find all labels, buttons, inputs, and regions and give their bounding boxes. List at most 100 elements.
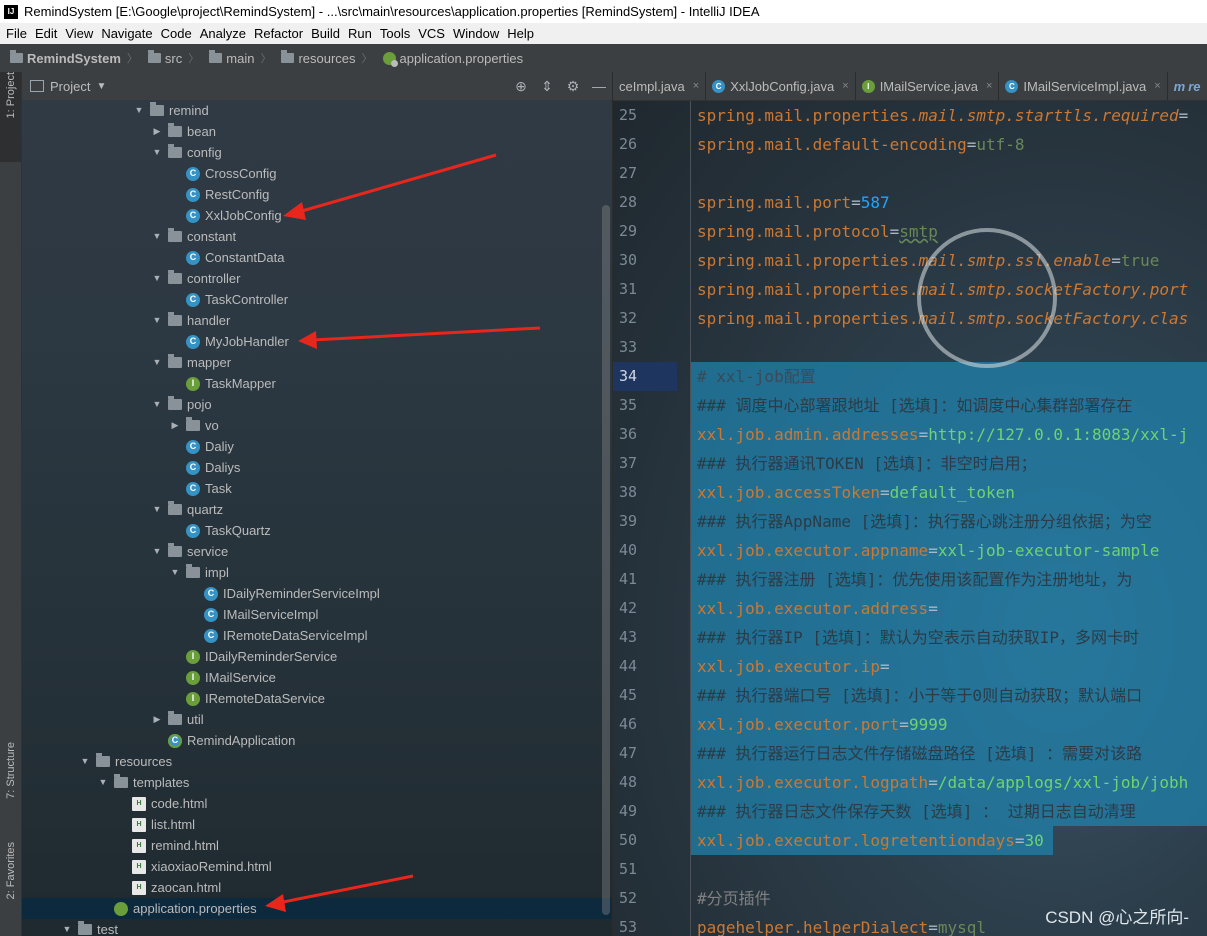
code-line[interactable]: xxl.job.executor.ip= [697, 652, 890, 681]
tree-node[interactable]: application.properties [22, 898, 612, 919]
tree-node[interactable]: ▼ remind [134, 100, 209, 121]
code-line[interactable]: spring.mail.protocol=smtp [697, 217, 938, 246]
tree-node[interactable]: I IRemoteDataService [170, 688, 325, 709]
tree-node[interactable]: C Task [170, 478, 232, 499]
menu-refactor[interactable]: Refactor [250, 23, 307, 44]
tree-node[interactable]: ▼ mapper [152, 352, 231, 373]
close-tab-icon[interactable]: × [842, 80, 848, 92]
tree-node[interactable]: ▼ quartz [152, 499, 223, 520]
tree-node[interactable]: ▼ impl [170, 562, 229, 583]
code-line[interactable]: spring.mail.port=587 [697, 188, 890, 217]
expanded-arrow-icon[interactable]: ▼ [134, 100, 144, 121]
code-line[interactable]: ### 执行器通讯TOKEN [选填]：非空时启用； [697, 449, 1037, 478]
tree-node[interactable]: C RestConfig [170, 184, 269, 205]
tree-node[interactable]: ▼ templates [98, 772, 189, 793]
tree-node[interactable]: C TaskQuartz [170, 520, 271, 541]
code-line[interactable]: xxl.job.executor.logretentiondays=30 [697, 826, 1044, 855]
code-line[interactable]: # xxl-job配置 [697, 362, 816, 391]
tree-node[interactable]: ▼ controller [152, 268, 240, 289]
code-line[interactable]: xxl.job.accessToken=default_token [697, 478, 1015, 507]
menu-code[interactable]: Code [157, 23, 196, 44]
tree-node[interactable]: ▼ resources [80, 751, 172, 772]
tree-node[interactable]: Hlist.html [116, 814, 195, 835]
menu-help[interactable]: Help [503, 23, 538, 44]
expanded-arrow-icon[interactable]: ▼ [62, 919, 72, 936]
tool-tab-favorites[interactable]: 2: Favorites [0, 842, 21, 932]
editor-tab[interactable]: m re [1168, 72, 1207, 100]
menu-tools[interactable]: Tools [376, 23, 414, 44]
menu-file[interactable]: File [0, 23, 31, 44]
breadcrumb-item[interactable]: RemindSystem 〉 [0, 50, 138, 66]
tree-node[interactable]: ▶ util [152, 709, 204, 730]
tree-node[interactable]: I IDailyReminderService [170, 646, 337, 667]
expanded-arrow-icon[interactable]: ▼ [152, 499, 162, 520]
menu-view[interactable]: View [61, 23, 97, 44]
tree-node[interactable]: ▶ vo [170, 415, 219, 436]
menu-vcs[interactable]: VCS [414, 23, 449, 44]
tree-node[interactable]: ▼ config [152, 142, 222, 163]
tree-node[interactable]: C Daliy [170, 436, 234, 457]
tree-node[interactable]: C RemindApplication [152, 730, 295, 751]
menu-build[interactable]: Build [307, 23, 344, 44]
code-line[interactable]: ### 执行器AppName [选填]：执行器心跳注册分组依据；为空 [697, 507, 1152, 536]
close-tab-icon[interactable]: × [986, 80, 992, 92]
locate-file-icon[interactable]: ⊕ [508, 78, 534, 95]
code-line[interactable]: ### 执行器注册 [选填]：优先使用该配置作为注册地址，为 [697, 565, 1132, 594]
expanded-arrow-icon[interactable]: ▼ [170, 562, 180, 583]
tree-node[interactable]: C MyJobHandler [170, 331, 289, 352]
breadcrumb-item[interactable]: src 〉 [138, 50, 199, 66]
expanded-arrow-icon[interactable]: ▼ [152, 541, 162, 562]
collapsed-arrow-icon[interactable]: ▶ [152, 709, 162, 730]
expanded-arrow-icon[interactable]: ▼ [152, 394, 162, 415]
tool-tab-project[interactable]: 1: Project [0, 72, 21, 162]
code-line[interactable]: xxl.job.executor.logpath=/data/applogs/x… [697, 768, 1188, 797]
collapsed-arrow-icon[interactable]: ▶ [152, 121, 162, 142]
tree-node[interactable]: HxiaoxiaoRemind.html [116, 856, 272, 877]
close-tab-icon[interactable]: × [693, 80, 699, 92]
chevron-down-icon[interactable]: ▼ [96, 81, 106, 92]
breadcrumb-item[interactable]: application.properties [373, 51, 523, 67]
tree-node[interactable]: C Daliys [170, 457, 240, 478]
tree-node[interactable]: ▼ constant [152, 226, 236, 247]
expanded-arrow-icon[interactable]: ▼ [152, 352, 162, 373]
collapsed-arrow-icon[interactable]: ▶ [170, 415, 180, 436]
tree-node[interactable]: C IMailServiceImpl [188, 604, 318, 625]
menu-window[interactable]: Window [449, 23, 503, 44]
code-line[interactable]: ### 执行器端口号 [选填]：小于等于0则自动获取；默认端口 [697, 681, 1142, 710]
hide-panel-icon[interactable]: — [586, 78, 612, 94]
tree-node[interactable]: Hzaocan.html [116, 877, 221, 898]
tree-node[interactable]: C IRemoteDataServiceImpl [188, 625, 368, 646]
code-line[interactable]: ### 执行器运行日志文件存储磁盘路径 [选填] ：需要对该路 [697, 739, 1142, 768]
close-tab-icon[interactable]: × [1154, 80, 1160, 92]
expanded-arrow-icon[interactable]: ▼ [152, 310, 162, 331]
code-line[interactable]: xxl.job.admin.addresses=http://127.0.0.1… [697, 420, 1188, 449]
breadcrumb-item[interactable]: resources 〉 [271, 50, 373, 66]
editor-tab[interactable]: ceImpl.java × [613, 72, 707, 100]
code-line[interactable]: spring.mail.properties.mail.smtp.starttl… [697, 101, 1188, 130]
gear-icon[interactable]: ⚙ [560, 78, 586, 95]
expanded-arrow-icon[interactable]: ▼ [152, 226, 162, 247]
tree-node[interactable]: ▶ bean [152, 121, 216, 142]
menu-run[interactable]: Run [344, 23, 376, 44]
tree-node[interactable]: C TaskController [170, 289, 288, 310]
expanded-arrow-icon[interactable]: ▼ [152, 268, 162, 289]
editor-tab[interactable]: C XxlJobConfig.java × [706, 72, 856, 100]
expanded-arrow-icon[interactable]: ▼ [152, 142, 162, 163]
code-line[interactable]: pagehelper.helperDialect=mysql [697, 913, 986, 936]
menu-navigate[interactable]: Navigate [97, 23, 156, 44]
tree-node[interactable]: C CrossConfig [170, 163, 277, 184]
tree-node[interactable]: Hcode.html [116, 793, 207, 814]
code-line[interactable]: xxl.job.executor.appname=xxl-job-executo… [697, 536, 1159, 565]
tree-node[interactable]: Hremind.html [116, 835, 219, 856]
tree-node[interactable]: C XxlJobConfig [170, 205, 282, 226]
tree-node[interactable]: ▼ test [62, 919, 118, 936]
project-panel-title[interactable]: Project [50, 79, 90, 94]
tree-node[interactable]: C ConstantData [170, 247, 285, 268]
tree-scrollbar[interactable] [602, 205, 610, 915]
expanded-arrow-icon[interactable]: ▼ [80, 751, 90, 772]
tree-node[interactable]: ▼ handler [152, 310, 230, 331]
tree-node[interactable]: ▼ service [152, 541, 228, 562]
collapse-all-icon[interactable]: ⇕ [534, 78, 560, 95]
code-line[interactable]: #分页插件 [697, 884, 771, 913]
code-line[interactable]: ### 执行器IP [选填]：默认为空表示自动获取IP，多网卡时 [697, 623, 1139, 652]
